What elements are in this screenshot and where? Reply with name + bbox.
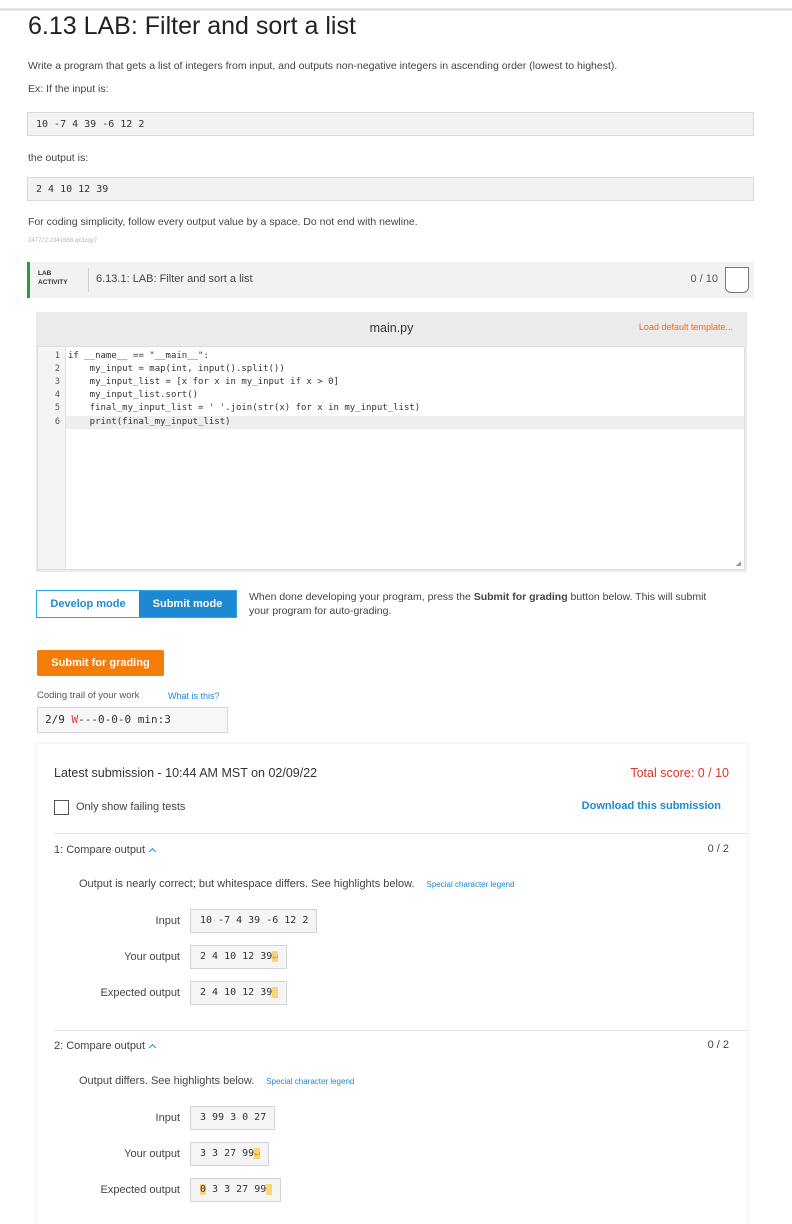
your-output-label: Your output [124,951,180,963]
test-1-input-box: 10 -7 4 39 -6 12 2 [190,909,318,933]
test-2-message: Output differs. See highlights below. [79,1075,255,1087]
example-intro: Ex: If the input is: [28,83,109,95]
load-default-template-link[interactable]: Load default template... [639,322,733,332]
test-1-score: 0 / 2 [707,843,729,855]
editor-header: main.py Load default template... [36,312,747,346]
coding-trail-label: Coding trail of your work [37,690,140,701]
code-line[interactable]: print(final_my_input_list) [68,417,231,427]
only-failing-checkbox[interactable] [54,800,69,815]
special-character-legend-link[interactable]: Special character legend [266,1077,354,1086]
input-label: Input [155,915,180,927]
lab-tag-line1: LAB [38,270,52,277]
mode-toggle: Develop mode Submit mode [36,590,237,618]
expected-output-text: 3 3 27 99 [206,1184,267,1195]
trailing-space-marker [266,1184,273,1195]
test-1-message: Output is nearly correct; but whitespace… [79,878,415,890]
test-2-score: 0 / 2 [707,1039,729,1051]
submit-mode-hint: When done developing your program, press… [249,590,729,618]
code-editor[interactable]: 1 2 3 4 5 6 if __name__ == "__main__": m… [37,346,745,570]
activity-id: 247772.2341668.qx3zqy7 [28,238,98,244]
top-divider [0,8,792,11]
example-output-box: 2 4 10 12 39 [27,177,754,201]
hint-bold-text: Submit for grading [473,591,568,603]
your-output-text: 2 4 10 12 39 [200,951,273,962]
test-1-toggle[interactable]: 1: Compare output [54,844,157,856]
submission-results-panel: Latest submission - 10:44 AM MST on 02/0… [37,744,747,1224]
test-1-title: 1: Compare output [54,844,146,856]
test-2-input-box: 3 99 3 0 27 [190,1106,276,1130]
output-intro: the output is: [28,152,89,164]
completion-badge-icon [725,267,749,293]
newline-marker-icon: ↵ [272,951,279,962]
what-is-this-link[interactable]: What is this? [168,691,220,701]
input-label: Input [155,1112,180,1124]
test-1-message-row: Output is nearly correct; but whitespace… [79,878,515,890]
resize-handle-icon[interactable] [736,561,741,566]
task-description: Write a program that gets a list of inte… [28,60,618,72]
submit-for-grading-button[interactable]: Submit for grading [37,650,164,676]
line-number: 3 [54,377,60,387]
code-line[interactable]: final_my_input_list = ' '.join(str(x) fo… [68,403,421,413]
test-1-expected-output-box: 2 4 10 12 39 [190,981,288,1005]
line-number: 2 [54,364,60,374]
chevron-up-icon [149,847,157,856]
header-separator [88,268,89,292]
line-number: 5 [54,403,60,413]
your-output-label: Your output [124,1148,180,1160]
line-number: 6 [54,417,60,427]
latest-submission-heading: Latest submission - 10:44 AM MST on 02/0… [54,766,318,780]
code-line[interactable]: my_input = map(int, input().split()) [68,364,285,374]
submit-mode-button[interactable]: Submit mode [139,591,236,617]
trail-rest: ---0-0-0 min:3 [78,713,171,726]
code-editor-panel: main.py Load default template... 1 2 3 4… [36,312,747,572]
trailing-space-marker [272,987,279,998]
special-character-legend-link[interactable]: Special character legend [426,880,514,889]
test-2-expected-output-box: 0 3 3 27 99 [190,1178,282,1202]
test-2-toggle[interactable]: 2: Compare output [54,1040,157,1052]
develop-mode-button[interactable]: Develop mode [37,591,139,617]
coding-trail-box: 2/9 W---0-0-0 min:3 [37,707,228,733]
test-2-message-row: Output differs. See highlights below. Spe… [79,1075,354,1087]
lab-activity-tag: LAB ACTIVITY [38,269,68,287]
expected-output-text: 2 4 10 12 39 [200,987,273,998]
test-divider [54,1030,747,1031]
lab-tag-line2: ACTIVITY [38,279,68,286]
test-2-title: 2: Compare output [54,1040,146,1052]
your-output-text: 3 3 27 99 [200,1148,255,1159]
test-1-your-output-box: 2 4 10 12 39↵ [190,945,288,969]
trail-prefix: 2/9 [45,713,72,726]
code-line[interactable]: my_input_list.sort() [68,390,198,400]
code-line[interactable]: my_input_list = [x for x in my_input if … [68,377,339,387]
chevron-up-icon [149,1043,157,1052]
only-failing-label[interactable]: Only show failing tests [76,801,185,813]
code-line[interactable]: if __name__ == "__main__": [68,351,209,361]
newline-marker-icon: ↵ [254,1148,261,1159]
page-title: 6.13 LAB: Filter and sort a list [28,12,356,40]
line-number-gutter: 1 2 3 4 5 6 [38,347,66,569]
expected-output-label: Expected output [100,987,180,999]
activity-title: 6.13.1: LAB: Filter and sort a list [96,273,253,285]
formatting-note: For coding simplicity, follow every outp… [28,216,418,228]
test-2-your-output-box: 3 3 27 99↵ [190,1142,270,1166]
expected-output-label: Expected output [100,1184,180,1196]
lab-activity-header: LAB ACTIVITY 6.13.1: LAB: Filter and sor… [27,262,754,298]
hint-text: When done developing your program, press… [249,591,474,603]
download-submission-link[interactable]: Download this submission [582,800,721,812]
activity-score: 0 / 10 [690,273,718,285]
total-score: Total score: 0 / 10 [630,766,729,780]
line-number: 1 [54,351,60,361]
line-number: 4 [54,390,60,400]
example-input-box: 10 -7 4 39 -6 12 2 [27,112,754,136]
test-divider [54,833,747,834]
